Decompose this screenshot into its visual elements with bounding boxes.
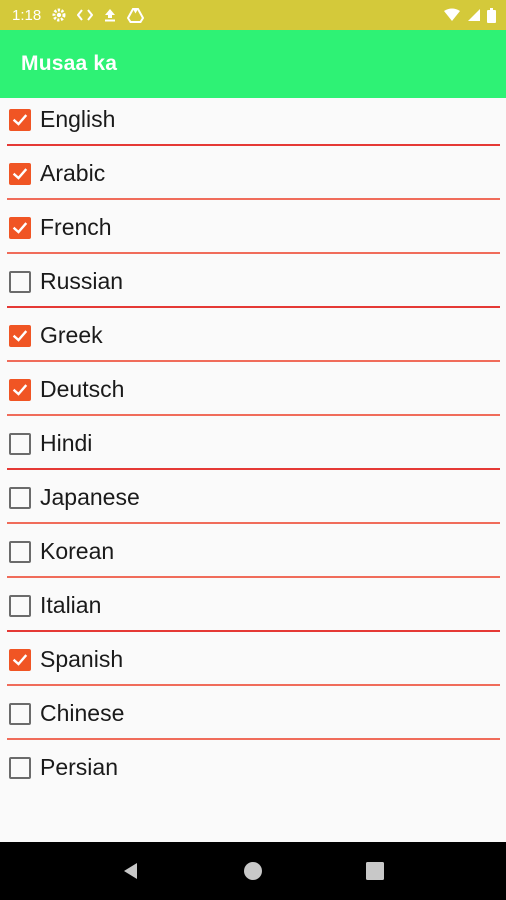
language-label: Greek [40,322,103,348]
language-row-deutsch[interactable]: Deutsch [0,362,506,416]
language-list: English Arabic French Russian Greek Deutsch Hi… [0,92,506,794]
checkmark-icon [12,222,28,234]
upload-icon [103,8,117,22]
back-button[interactable] [111,851,151,891]
status-time: 1:18 [12,6,42,24]
language-row-french[interactable]: French [0,200,506,254]
checkbox-arabic[interactable] [9,163,31,185]
language-row-hindi[interactable]: Hindi [0,416,506,470]
checkbox-deutsch[interactable] [9,379,31,401]
checkbox-russian[interactable] [9,271,31,293]
home-button[interactable] [233,851,273,891]
checkbox-french[interactable] [9,217,31,239]
checkbox-chinese[interactable] [9,703,31,725]
checkmark-icon [12,384,28,396]
checkbox-japanese[interactable] [9,487,31,509]
checkbox-spanish[interactable] [9,649,31,671]
language-label: English [40,106,116,132]
recents-icon [366,862,384,880]
checkbox-english[interactable] [9,109,31,131]
language-label: Hindi [40,430,93,456]
status-bar: 1:18 [0,0,506,30]
checkmark-icon [12,168,28,180]
battery-icon [487,7,496,23]
signal-icon [467,8,481,22]
language-label: Spanish [40,646,124,672]
home-icon [244,862,262,880]
language-label: Russian [40,268,124,294]
checkmark-icon [12,330,28,342]
language-label: Persian [40,754,118,780]
language-row-persian[interactable]: Persian [0,740,506,794]
back-icon [124,863,137,879]
recents-button[interactable] [355,851,395,891]
language-label: Japanese [40,484,140,510]
navigation-bar [0,842,506,900]
checkbox-korean[interactable] [9,541,31,563]
code-icon [77,9,94,21]
language-label: French [40,214,112,240]
language-label: Korean [40,538,115,564]
language-row-japanese[interactable]: Japanese [0,470,506,524]
gear-icon [51,7,67,23]
wifi-icon [443,8,461,22]
drive-icon [127,7,145,23]
language-row-russian[interactable]: Russian [0,254,506,308]
language-row-chinese[interactable]: Chinese [0,686,506,740]
language-row-korean[interactable]: Korean [0,524,506,578]
language-label: Arabic [40,160,106,186]
language-row-english[interactable]: English [0,92,506,146]
app-bar: Musaa ka [0,30,506,98]
checkbox-persian[interactable] [9,757,31,779]
language-label: Chinese [40,700,125,726]
language-row-greek[interactable]: Greek [0,308,506,362]
checkbox-italian[interactable] [9,595,31,617]
language-label: Italian [40,592,102,618]
language-row-italian[interactable]: Italian [0,578,506,632]
app-title: Musaa ka [21,52,118,75]
checkmark-icon [12,114,28,126]
checkbox-hindi[interactable] [9,433,31,455]
language-row-spanish[interactable]: Spanish [0,632,506,686]
checkmark-icon [12,654,28,666]
language-label: Deutsch [40,376,125,402]
checkbox-greek[interactable] [9,325,31,347]
language-row-arabic[interactable]: Arabic [0,146,506,200]
